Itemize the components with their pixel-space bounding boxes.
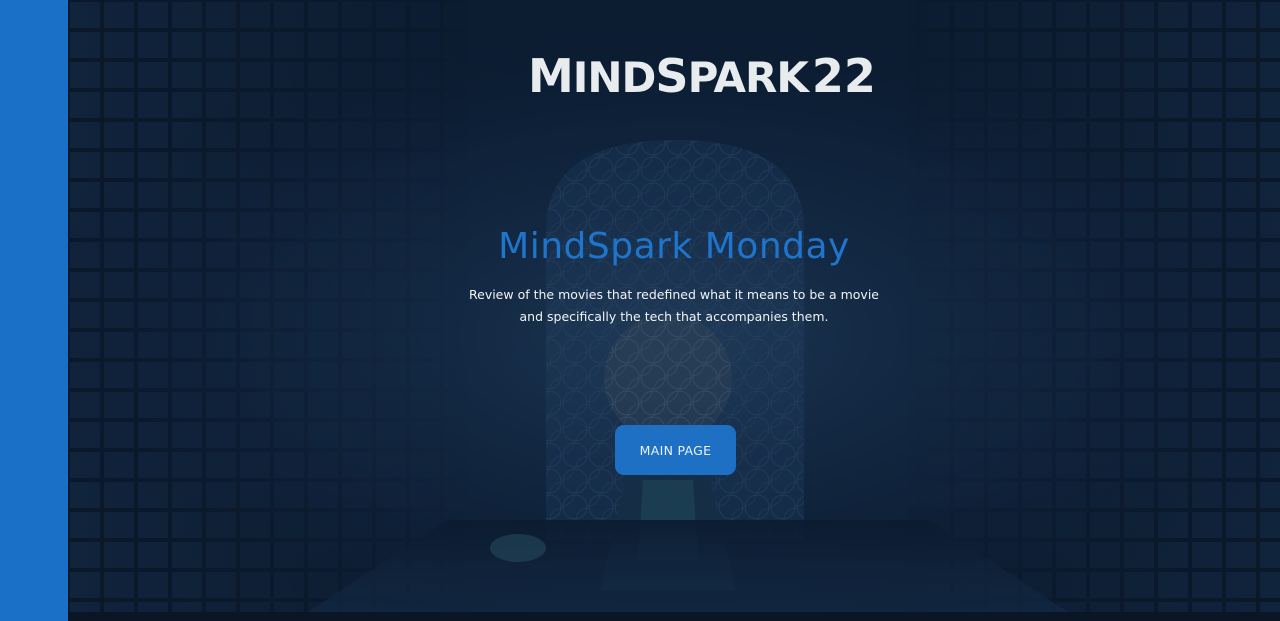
page-title: MindSpark Monday bbox=[498, 226, 850, 267]
left-accent-bar bbox=[0, 0, 68, 621]
logo-year: 22 bbox=[811, 49, 876, 103]
mindspark-logo[interactable]: MINDSPARK 22 bbox=[528, 48, 876, 104]
hero-section: MINDSPARK 22 MindSpark Monday Review of … bbox=[68, 0, 1280, 612]
logo-wordmark: MINDSPARK bbox=[528, 49, 809, 103]
subtitle-line-2: and specifically the tech that accompani… bbox=[519, 309, 829, 324]
subtitle-line-1: Review of the movies that redefined what… bbox=[469, 287, 879, 302]
page: MINDSPARK 22 MindSpark Monday Review of … bbox=[0, 0, 1280, 621]
bottom-strip bbox=[68, 612, 1280, 621]
main-page-button[interactable]: MAIN PAGE bbox=[615, 425, 736, 475]
page-subtitle: Review of the movies that redefined what… bbox=[454, 284, 894, 328]
